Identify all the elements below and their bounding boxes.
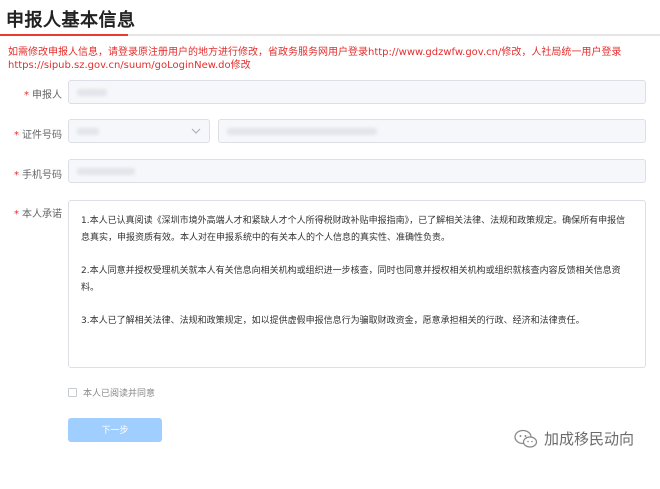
phone-input[interactable] xyxy=(68,159,646,183)
watermark-text: 加成移民动向 xyxy=(544,430,635,448)
commitment-paragraph: 1.本人已认真阅读《深圳市境外高端人才和紧缺人才个人所得税财政补贴申报指南》，已… xyxy=(81,216,626,243)
applicant-input[interactable] xyxy=(68,80,646,104)
commitment-label: * 本人承诺 xyxy=(0,205,62,220)
redacted-value xyxy=(77,128,99,135)
title-divider xyxy=(0,34,660,36)
required-mark: * xyxy=(24,90,29,101)
applicant-label-text: 申报人 xyxy=(32,90,62,101)
watermark: 加成移民动向 xyxy=(514,428,634,449)
required-mark: * xyxy=(14,209,19,220)
commitment-paragraph: 3.本人已了解相关法律、法规和政策规定，如以提供虚假申报信息行为骗取财政资金，愿… xyxy=(81,316,585,326)
applicant-label: * 申报人 xyxy=(0,86,62,101)
id-type-select[interactable] xyxy=(68,119,210,143)
required-mark: * xyxy=(14,130,19,141)
id-number-label: * 证件号码 xyxy=(0,126,62,141)
title-accent-bar xyxy=(0,34,128,36)
next-button[interactable]: 下一步 xyxy=(68,418,162,442)
agree-row[interactable]: 本人已阅读并同意 xyxy=(68,386,155,399)
commitment-paragraph: 2.本人同意并授权受理机关就本人有关信息向相关机构或组织进一步核查，同时也同意并… xyxy=(81,266,621,293)
page-title: 申报人基本信息 xyxy=(6,10,136,31)
id-number-label-text: 证件号码 xyxy=(22,130,62,141)
redacted-value xyxy=(77,168,135,175)
chevron-down-icon xyxy=(191,128,201,134)
redacted-value xyxy=(77,89,107,96)
agree-checkbox[interactable] xyxy=(68,388,77,397)
phone-label-text: 手机号码 xyxy=(22,170,62,181)
wechat-icon xyxy=(514,429,538,448)
commitment-textarea[interactable]: 1.本人已认真阅读《深圳市境外高端人才和紧缺人才个人所得税财政补贴申报指南》，已… xyxy=(68,200,646,368)
id-number-input[interactable] xyxy=(218,119,646,143)
phone-label: * 手机号码 xyxy=(0,166,62,181)
commitment-label-text: 本人承诺 xyxy=(22,209,62,220)
modify-notice: 如需修改申报人信息，请登录原注册用户的地方进行修改，省政务服务网用户登录http… xyxy=(8,47,622,71)
agree-label: 本人已阅读并同意 xyxy=(83,389,156,399)
required-mark: * xyxy=(14,170,19,181)
redacted-value xyxy=(227,128,377,135)
